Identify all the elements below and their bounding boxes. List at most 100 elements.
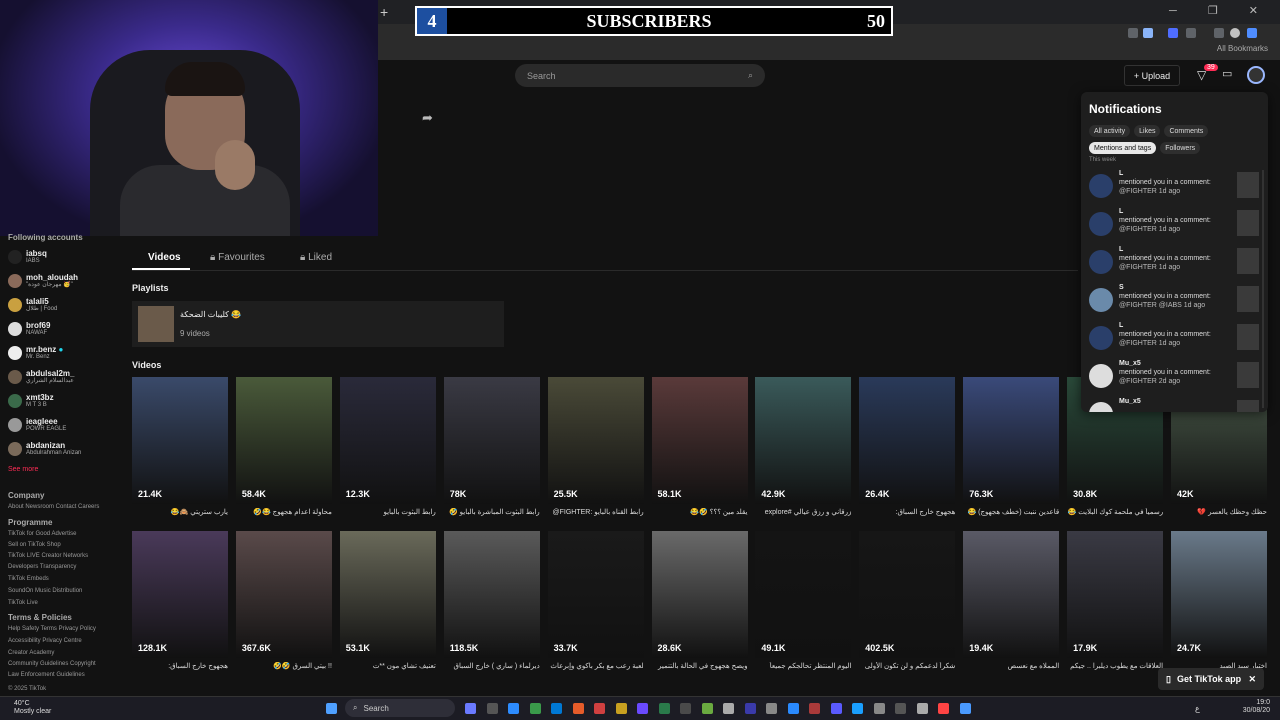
sidebar-account[interactable]: xmt3bz M T 3 B: [8, 393, 54, 409]
taskbar-app-icon[interactable]: [486, 703, 498, 714]
upload-button[interactable]: + Upload: [1124, 65, 1180, 86]
get-app-button[interactable]: ▯ Get TikTok app ✕: [1158, 668, 1264, 690]
filter-likes[interactable]: Likes: [1134, 125, 1161, 137]
sidebar-account[interactable]: moh_aloudah "مهرجان عودة 🥳": [8, 273, 78, 289]
bookmark-star-icon[interactable]: [1143, 28, 1153, 38]
programme-link[interactable]: Sell on TikTok Shop: [8, 542, 61, 548]
taskbar-app-icon[interactable]: [959, 703, 971, 714]
sidebar-account[interactable]: iabsq IABS: [8, 249, 47, 265]
weather-widget[interactable]: 40°C Mostly clear: [14, 700, 51, 716]
notification-item[interactable]: Smentioned you in a comment: @FIGHTER @IA…: [1089, 284, 1259, 320]
search-icon[interactable]: ⌕: [748, 70, 753, 81]
notification-item[interactable]: Lmentioned you in a comment: @FIGHTER 1d …: [1089, 322, 1259, 358]
terms-heading[interactable]: Terms & Policies: [8, 613, 72, 622]
taskbar-app-icon[interactable]: [701, 703, 713, 714]
download-icon[interactable]: [1214, 28, 1224, 38]
programme-heading[interactable]: Programme: [8, 518, 52, 527]
language-indicator[interactable]: ع: [1195, 704, 1200, 713]
video-card[interactable]: 19.4K: [963, 531, 1060, 658]
taskbar-app-icon[interactable]: [615, 703, 627, 714]
notification-thumbnail[interactable]: [1237, 324, 1259, 350]
video-caption[interactable]: لعبة رعب مع بكر باكوي وإبرعاث: [548, 662, 643, 674]
video-caption[interactable]: رابط البثوت المباشرة بالبايو 🤣: [444, 508, 540, 520]
video-card[interactable]: 402.5K: [859, 531, 956, 658]
avatar[interactable]: [1089, 326, 1113, 350]
sidebar-account[interactable]: abdanizan Abdulrahman Anizan: [8, 441, 81, 457]
tab-liked[interactable]: 🔒︎ Liked: [300, 252, 332, 263]
video-caption[interactable]: المملاه مع نعسص: [963, 662, 1060, 674]
taskbar-app-icon[interactable]: [766, 703, 777, 714]
notification-thumbnail[interactable]: [1237, 400, 1259, 412]
video-caption[interactable]: قاعدين ننبت (خطف هجهوج) 😂: [963, 508, 1059, 520]
video-card[interactable]: 17.9K: [1067, 531, 1164, 658]
profile-icon[interactable]: [1230, 28, 1240, 38]
programme-link[interactable]: TikTok for Good Advertise: [8, 531, 76, 537]
video-caption[interactable]: تعنيف تشاي مون **ت: [340, 662, 436, 674]
video-card[interactable]: 367.6K: [235, 531, 332, 658]
taskbar-app-icon[interactable]: [658, 703, 670, 714]
terms-link[interactable]: Help Safety Terms Privacy Policy: [8, 626, 96, 632]
close-icon[interactable]: ✕: [1248, 674, 1256, 685]
video-card[interactable]: 118.5K: [443, 531, 540, 658]
taskbar-app-icon[interactable]: [529, 703, 541, 714]
video-card[interactable]: 76.3K: [963, 377, 1060, 504]
company-links[interactable]: About Newsroom Contact Careers: [8, 504, 99, 510]
video-caption[interactable]: ديرلماء ( ساري ) خارج السباق: [444, 662, 540, 674]
video-card[interactable]: 24.7K: [1171, 531, 1267, 658]
taskbar-search[interactable]: ⌕ Search: [345, 699, 455, 717]
video-caption[interactable]: ويصح هجهوج في الحالة بالتنمير: [652, 662, 748, 674]
see-more-link[interactable]: See more: [8, 466, 38, 473]
taskbar-app-icon[interactable]: [787, 703, 799, 714]
video-card[interactable]: 42.9K: [755, 377, 852, 504]
taskbar-app-icon[interactable]: [895, 703, 906, 714]
programme-link[interactable]: Developers Transparency: [8, 564, 76, 570]
avatar[interactable]: [1089, 288, 1113, 312]
taskbar-app-icon[interactable]: [873, 703, 885, 714]
taskbar-app-icon[interactable]: [852, 703, 863, 714]
video-card[interactable]: 28.6K: [651, 531, 748, 658]
programme-link[interactable]: TikTok Live: [8, 600, 38, 606]
video-card[interactable]: 12.3K: [339, 377, 436, 504]
taskbar-app-icon[interactable]: [723, 703, 734, 714]
video-card[interactable]: 128.1K: [132, 531, 228, 658]
window-controls[interactable]: ─ ❐ ✕: [1169, 4, 1272, 17]
video-caption[interactable]: العلاقات مع يطوب ديلبرا .. جيكم: [1067, 662, 1163, 674]
new-tab-button[interactable]: +: [380, 4, 388, 20]
playlist-thumbnail[interactable]: [138, 306, 174, 342]
taskbar-app-icon[interactable]: [809, 703, 820, 714]
programme-link[interactable]: SoundOn Music Distribution: [8, 588, 82, 594]
notification-item[interactable]: Lmentioned you in a comment: @FIGHTER 1d …: [1089, 208, 1259, 244]
video-caption[interactable]: محاولة اعدام هجهوج 😂🤣: [236, 508, 332, 520]
notification-thumbnail[interactable]: [1237, 362, 1259, 388]
notification-item[interactable]: Mu_x5: [1089, 398, 1259, 412]
notification-item[interactable]: Lmentioned you in a comment: @FIGHTER 1d …: [1089, 170, 1259, 206]
video-caption[interactable]: حظك وحظك يالعسر 💔: [1171, 508, 1267, 520]
video-card[interactable]: 21.4K: [132, 377, 228, 504]
playlist-card[interactable]: [132, 301, 504, 347]
terms-link[interactable]: Community Guidelines Copyright: [8, 661, 96, 667]
avatar[interactable]: [1089, 402, 1113, 412]
taskbar-app-icon[interactable]: [508, 703, 519, 714]
sidebar-account[interactable]: talali5 طلال | Food: [8, 297, 57, 313]
video-card[interactable]: 33.7K: [547, 531, 644, 658]
playlist-title[interactable]: كليبات الضحكة 😂: [180, 310, 241, 319]
notification-item[interactable]: Mu_x5 mentioned you in a comment: @FIGHTER…: [1089, 360, 1259, 396]
taskbar-app-icon[interactable]: [744, 703, 756, 714]
filter-mentions[interactable]: Mentions and tags: [1089, 142, 1157, 154]
filter-comments[interactable]: Comments: [1164, 125, 1209, 137]
cast-icon[interactable]: [1128, 28, 1138, 38]
notifications-scrollbar[interactable]: [1262, 170, 1264, 408]
search-input[interactable]: Search ⌕: [515, 64, 765, 87]
notification-thumbnail[interactable]: [1237, 172, 1259, 198]
avatar[interactable]: [1089, 250, 1113, 274]
taskbar-app-icon[interactable]: [551, 703, 562, 714]
notification-thumbnail[interactable]: [1237, 210, 1259, 236]
video-card[interactable]: 58.1K: [651, 377, 748, 504]
filter-all-activity[interactable]: All activity: [1089, 125, 1131, 137]
video-card[interactable]: 78K: [443, 377, 540, 504]
all-bookmarks[interactable]: All Bookmarks: [1217, 44, 1268, 53]
system-clock[interactable]: 19:0 30/08/20: [1243, 699, 1270, 715]
programme-link[interactable]: TikTok Embeds: [8, 576, 49, 582]
terms-link[interactable]: Law Enforcement Guidelines: [8, 672, 85, 678]
extension-icon[interactable]: [1168, 28, 1178, 38]
